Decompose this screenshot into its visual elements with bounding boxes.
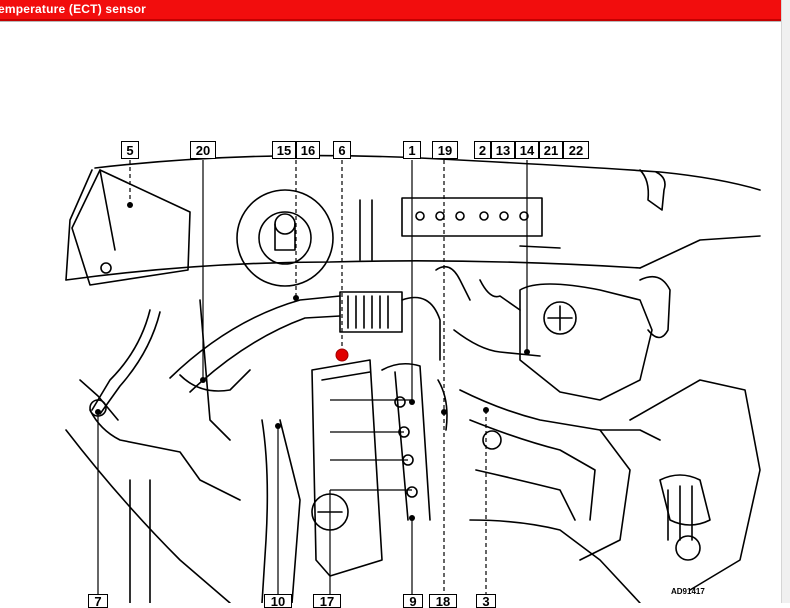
callout-7[interactable]: 7 xyxy=(88,594,108,608)
figure-reference-code: AD91417 xyxy=(671,587,705,596)
callout-20[interactable]: 20 xyxy=(190,141,216,159)
callout-14[interactable]: 14 xyxy=(515,141,539,159)
engine-compartment-illustration xyxy=(65,154,761,603)
brake-booster xyxy=(236,189,334,287)
callout-18[interactable]: 18 xyxy=(429,594,457,608)
wiring-harness-left xyxy=(91,309,151,411)
callout-9[interactable]: 9 xyxy=(403,594,423,608)
firewall-outline xyxy=(94,154,761,191)
callout-19[interactable]: 19 xyxy=(432,141,458,159)
callout-1[interactable]: 1 xyxy=(403,141,421,159)
callout-6[interactable]: 6 xyxy=(333,141,351,159)
ect-sensor-highlight xyxy=(335,348,349,362)
callout-10[interactable]: 10 xyxy=(264,594,292,608)
callout-3[interactable]: 3 xyxy=(476,594,496,608)
vertical-scrollbar[interactable] xyxy=(781,0,790,603)
callout-15[interactable]: 15 xyxy=(272,141,296,159)
relay-box xyxy=(401,197,543,237)
callout-21[interactable]: 21 xyxy=(539,141,563,159)
callout-13[interactable]: 13 xyxy=(491,141,515,159)
callout-16[interactable]: 16 xyxy=(296,141,320,159)
intake-hose xyxy=(169,295,341,379)
callout-22[interactable]: 22 xyxy=(563,141,589,159)
coolant-reservoir xyxy=(519,283,653,401)
callout-2[interactable]: 2 xyxy=(474,141,491,159)
callout-17[interactable]: 17 xyxy=(313,594,341,608)
valve-cover xyxy=(311,359,383,577)
callout-5[interactable]: 5 xyxy=(121,141,139,159)
